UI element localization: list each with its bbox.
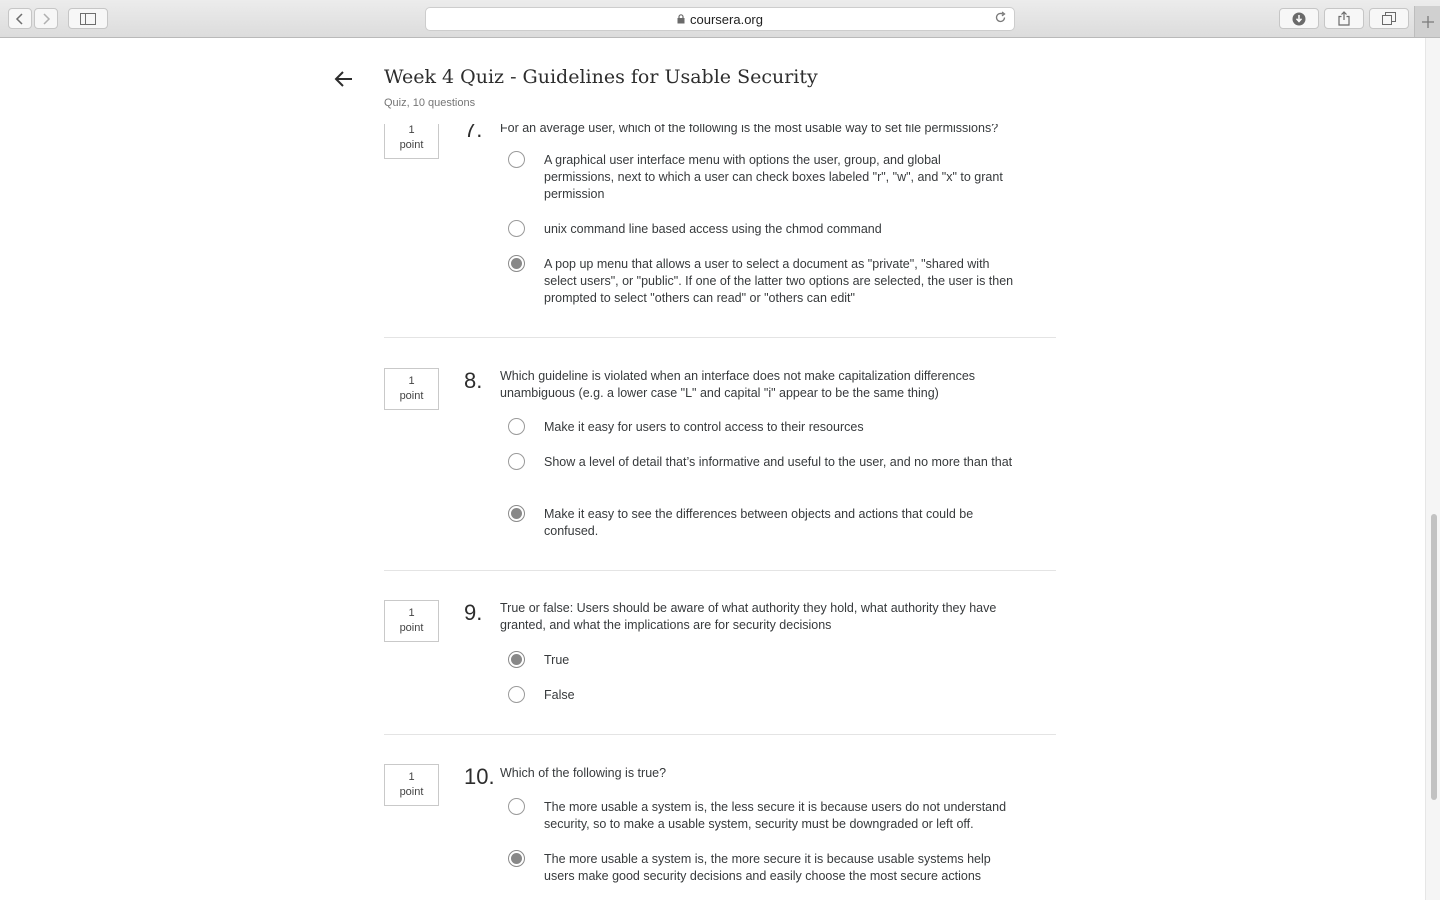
download-icon [1292,12,1306,25]
points-value: 1 [408,375,415,387]
chevron-right-icon [43,12,51,25]
radio-button-selected[interactable] [508,255,525,272]
option-label: unix command line based access using the… [544,222,882,236]
quiz-subtitle: Quiz, 10 questions [384,97,476,109]
reload-icon[interactable] [994,11,1007,27]
tabs-icon [1382,12,1396,25]
option-label: Make it easy to see the differences betw… [544,507,974,538]
browser-toolbar: coursera.org [0,0,1440,38]
radio-button[interactable] [508,798,525,815]
points-value: 1 [408,607,415,619]
question-divider [384,337,1056,338]
back-arrow-icon[interactable] [334,69,354,94]
scrollbar-thumb[interactable] [1431,514,1437,800]
radio-button-selected[interactable] [508,505,525,522]
option-label: Show a level of detail that’s informativ… [544,455,1013,469]
sidebar-icon [80,12,96,25]
browser-back-button[interactable] [8,8,32,29]
radio-button[interactable] [508,220,525,237]
points-box: 1 point [384,764,439,806]
points-box: 1 point [384,368,439,410]
plus-icon [1421,15,1434,28]
browser-forward-button[interactable] [34,8,58,29]
radio-button[interactable] [508,453,525,470]
question-divider [384,734,1056,735]
points-value: 1 [408,771,415,783]
option-label: Make it easy for users to control access… [544,420,864,434]
share-button[interactable] [1324,8,1364,29]
option-label: The more usable a system is, the more se… [544,852,991,883]
radio-button-selected[interactable] [508,651,525,668]
question-text: Which guideline is violated when an inte… [500,369,976,400]
option-label: The more usable a system is, the less se… [544,800,1007,831]
downloads-button[interactable] [1279,8,1319,29]
radio-button[interactable] [508,418,525,435]
points-label: point [399,622,424,634]
option-label: A pop up menu that allows a user to sele… [544,257,1014,305]
page-title: Week 4 Quiz - Guidelines for Usable Secu… [384,66,818,88]
question-divider [384,570,1056,571]
quiz-content: 1 point 7. For an average user, which of… [0,38,1425,900]
radio-button[interactable] [508,686,525,703]
question-text: True or false: Users should be aware of … [500,601,997,632]
option-label: False [544,688,575,702]
tabs-overview-button[interactable] [1369,8,1409,29]
question-text: Which of the following is true? [500,766,667,780]
page-scrollbar[interactable] [1425,38,1440,900]
share-icon [1338,11,1350,26]
chevron-left-icon [15,12,23,25]
radio-button[interactable] [508,151,525,168]
points-label: point [399,786,424,798]
points-value: 1 [408,124,415,136]
option-label: A graphical user interface menu with opt… [544,153,1003,201]
lock-icon [677,14,685,24]
url-text: coursera.org [690,11,763,27]
points-label: point [399,139,424,151]
points-label: point [399,390,424,402]
question-number: 9. [464,600,483,625]
address-bar[interactable]: coursera.org [425,7,1015,31]
radio-button-selected[interactable] [508,850,525,867]
question-number: 10. [464,764,495,789]
question-number: 8. [464,368,483,393]
points-box: 1 point [384,600,439,642]
option-label: True [544,653,570,667]
new-tab-button[interactable] [1414,6,1440,37]
sidebar-toggle-button[interactable] [68,8,108,29]
